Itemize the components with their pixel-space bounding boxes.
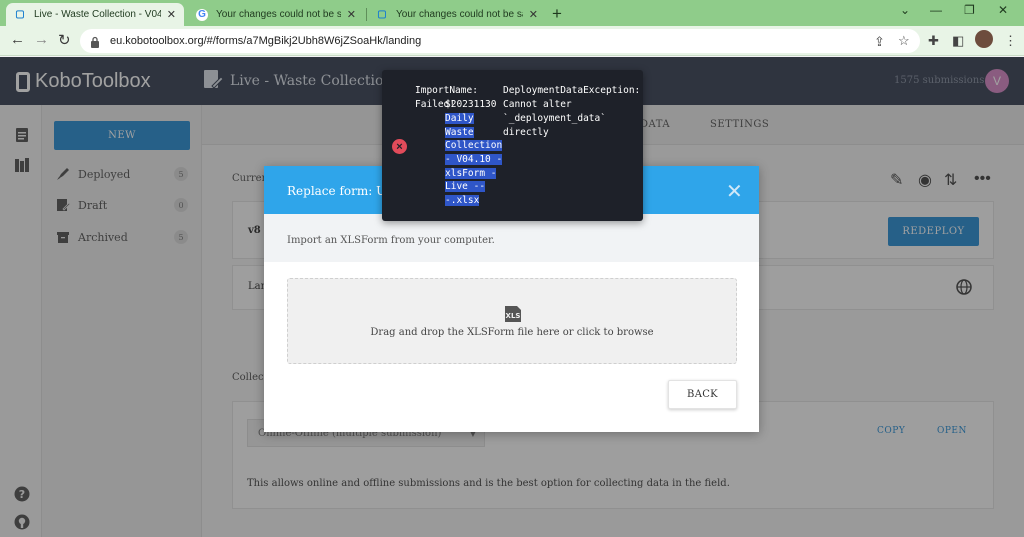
new-tab-button[interactable]: +	[552, 4, 562, 24]
browser-tab-1[interactable]: ▢ Live - Waste Collection - V04.07 ✕	[6, 3, 184, 26]
side-panel-icon[interactable]: ◧	[952, 33, 964, 49]
share-icon[interactable]: ⇪	[874, 34, 885, 50]
tab-separator	[366, 8, 367, 21]
browser-profile-avatar[interactable]	[975, 30, 993, 48]
extensions-icon[interactable]: ✚	[928, 33, 939, 49]
google-favicon-icon: G	[196, 8, 208, 21]
toast-filename-line: -.xlsx	[445, 195, 480, 206]
tab-search-icon[interactable]: ⌄	[900, 3, 910, 17]
toast-filename-line: - V04.10 -	[445, 154, 503, 165]
tab-title: Your changes could not be saved	[216, 9, 341, 20]
kobo-favicon-icon: ▢	[377, 9, 387, 20]
lock-icon[interactable]	[90, 36, 100, 48]
close-tab-icon[interactable]: ✕	[529, 8, 538, 21]
toast-message-line: `_deployment_data`	[503, 113, 606, 124]
modal-title: Replace form: Up	[287, 184, 394, 198]
toast-import-name: ImportName:	[415, 85, 478, 96]
dropzone-text: Drag and drop the XLSForm file here or c…	[370, 327, 654, 338]
xls-badge-text: XLS	[506, 312, 521, 320]
close-window-icon[interactable]: ✕	[998, 3, 1008, 17]
tab-title: Live - Waste Collection - V04.07	[34, 9, 161, 20]
kobo-favicon-icon: ▢	[15, 9, 25, 20]
error-x-icon: ×	[392, 139, 407, 154]
url-text: eu.kobotoolbox.org/#/forms/a7MgBikj2Ubh8…	[110, 35, 422, 47]
toast-filename-line: Daily	[445, 113, 474, 124]
back-button[interactable]: BACK	[668, 380, 737, 409]
browser-tab-3[interactable]: ▢ Your changes could not be saved ✕	[368, 3, 546, 26]
xls-file-icon: XLS	[505, 306, 521, 322]
bookmark-star-icon[interactable]: ☆	[898, 33, 910, 49]
tab-title: Your changes could not be saved	[396, 9, 523, 20]
toast-filename-line: Waste	[445, 127, 474, 138]
import-hint: Import an XLSForm from your computer.	[287, 235, 495, 246]
close-tab-icon[interactable]: ✕	[347, 8, 356, 21]
reload-icon[interactable]: ↻	[58, 31, 71, 49]
browser-menu-icon[interactable]: ⋮	[1004, 33, 1017, 49]
maximize-icon[interactable]: ❐	[964, 3, 975, 17]
toast-filename-line: Live --	[445, 181, 486, 192]
toast-message-line: Cannot alter	[503, 99, 572, 110]
close-icon[interactable]: ✕	[726, 179, 743, 204]
toast-filename-line: Collection	[445, 140, 503, 151]
back-arrow-icon[interactable]: ←	[10, 31, 25, 48]
toast-code: $20231130	[445, 99, 497, 110]
toast-filename-line: xlsForm -	[445, 168, 497, 179]
close-tab-icon[interactable]: ✕	[167, 8, 176, 21]
address-bar[interactable]: eu.kobotoolbox.org/#/forms/a7MgBikj2Ubh8…	[80, 29, 920, 53]
forward-arrow-icon[interactable]: →	[34, 31, 49, 48]
toast-message-line: DeploymentDataException:	[503, 85, 641, 96]
minimize-icon[interactable]: —	[930, 3, 942, 17]
browser-tab-2[interactable]: G Your changes could not be saved ✕	[188, 3, 364, 26]
toast-message-line: directly	[503, 127, 549, 138]
